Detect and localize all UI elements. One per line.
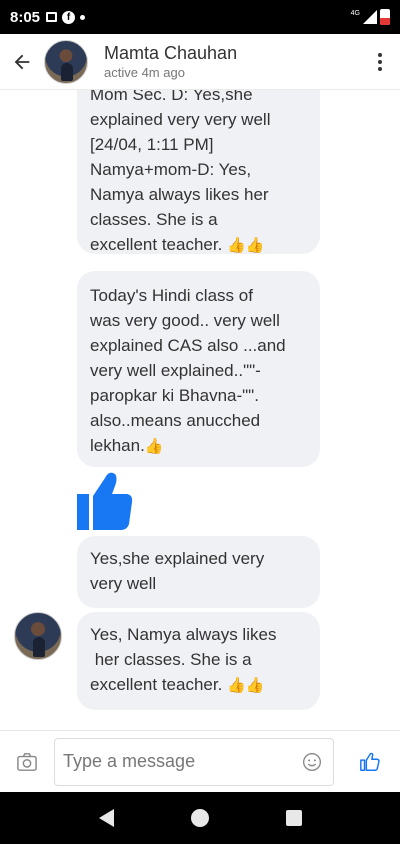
emoji-icon: [303, 752, 321, 771]
chat-header: Mamta Chauhan active 4m ago: [0, 34, 400, 90]
message-line: paropkar ki Bhavna-"".: [90, 386, 259, 405]
message-line: Yes, Namya always likes: [90, 625, 277, 644]
message-bubble[interactable]: Yes, Namya always likes her classes. She…: [77, 612, 320, 710]
message-line: her classes. She is a: [90, 650, 252, 669]
message-line: [24/04, 1:11 PM]: [90, 135, 214, 154]
message-line: excellent teacher. 👍👍: [90, 672, 307, 698]
thumbs-up-emoji: 👍👍: [227, 677, 265, 695]
network-type: 4G: [350, 9, 360, 17]
message-composer: [0, 730, 400, 792]
navigation-bar: [0, 792, 400, 844]
thumbs-up-emoji: 👍👍: [227, 237, 265, 255]
message-line: Namya+mom-D: Yes,: [90, 160, 252, 179]
contact-info[interactable]: Mamta Chauhan active 4m ago: [104, 42, 237, 82]
sender-avatar[interactable]: [14, 612, 62, 660]
message-line: was very good.. very well: [90, 311, 280, 330]
message-line: excellent teacher. 👍👍: [90, 232, 307, 258]
message-input-box[interactable]: [54, 737, 334, 786]
contact-status: active 4m ago: [104, 64, 185, 80]
message-line: also..means anucched: [90, 411, 261, 430]
message-line: explained very very well: [90, 110, 271, 129]
message-line: Yes,she explained very: [90, 549, 265, 568]
message-bubble[interactable]: Mom Sec. D: Yes,she explained very very …: [77, 90, 320, 254]
message-bubble[interactable]: Yes,she explained very very well: [77, 536, 320, 608]
contact-name: Mamta Chauhan: [104, 42, 238, 63]
status-time: 8:05: [10, 8, 41, 26]
message-text: excellent teacher.: [90, 235, 223, 254]
camera-button[interactable]: [0, 731, 54, 793]
message-icon: [46, 12, 58, 22]
thumbs-up-emoji: 👍: [144, 438, 164, 456]
more-options-icon[interactable]: [360, 34, 400, 90]
signal-icon: [363, 10, 377, 24]
message-line: very well: [90, 574, 157, 593]
emoji-button[interactable]: [299, 749, 325, 775]
message-line: Mom Sec. D: Yes,she: [90, 90, 253, 104]
thumbs-up-sticker[interactable]: [77, 470, 133, 532]
message-text: lekhan.: [90, 436, 145, 455]
message-line: very well explained..""-: [90, 361, 261, 380]
message-line: classes. She is a: [90, 210, 218, 229]
message-list[interactable]: Mom Sec. D: Yes,she explained very very …: [0, 90, 400, 730]
message-bubble[interactable]: Today's Hindi class of was very good.. v…: [77, 271, 320, 467]
message-input[interactable]: [63, 751, 299, 772]
dot-icon: [80, 14, 86, 20]
nav-home-icon[interactable]: [190, 809, 209, 827]
nav-back-icon[interactable]: [98, 809, 114, 827]
status-bar: 8:05 f 4G: [0, 0, 400, 34]
battery-icon: [380, 9, 390, 25]
system-icons: 4G: [351, 9, 390, 25]
message-line: Today's Hindi class of: [90, 286, 253, 305]
message-line: explained CAS also ...and: [90, 336, 286, 355]
message-line: lekhan.👍: [90, 433, 307, 459]
message-line: Namya always likes her: [90, 185, 269, 204]
message-text: excellent teacher.: [90, 675, 223, 694]
like-button[interactable]: [340, 731, 400, 793]
contact-avatar[interactable]: [44, 39, 88, 84]
back-arrow-icon: [14, 54, 30, 69]
nav-recents-icon[interactable]: [285, 810, 302, 826]
like-icon: [360, 752, 380, 771]
camera-icon: [17, 752, 37, 771]
notification-icons: f: [46, 10, 86, 24]
back-button[interactable]: [0, 34, 44, 90]
facebook-icon: f: [62, 10, 76, 24]
